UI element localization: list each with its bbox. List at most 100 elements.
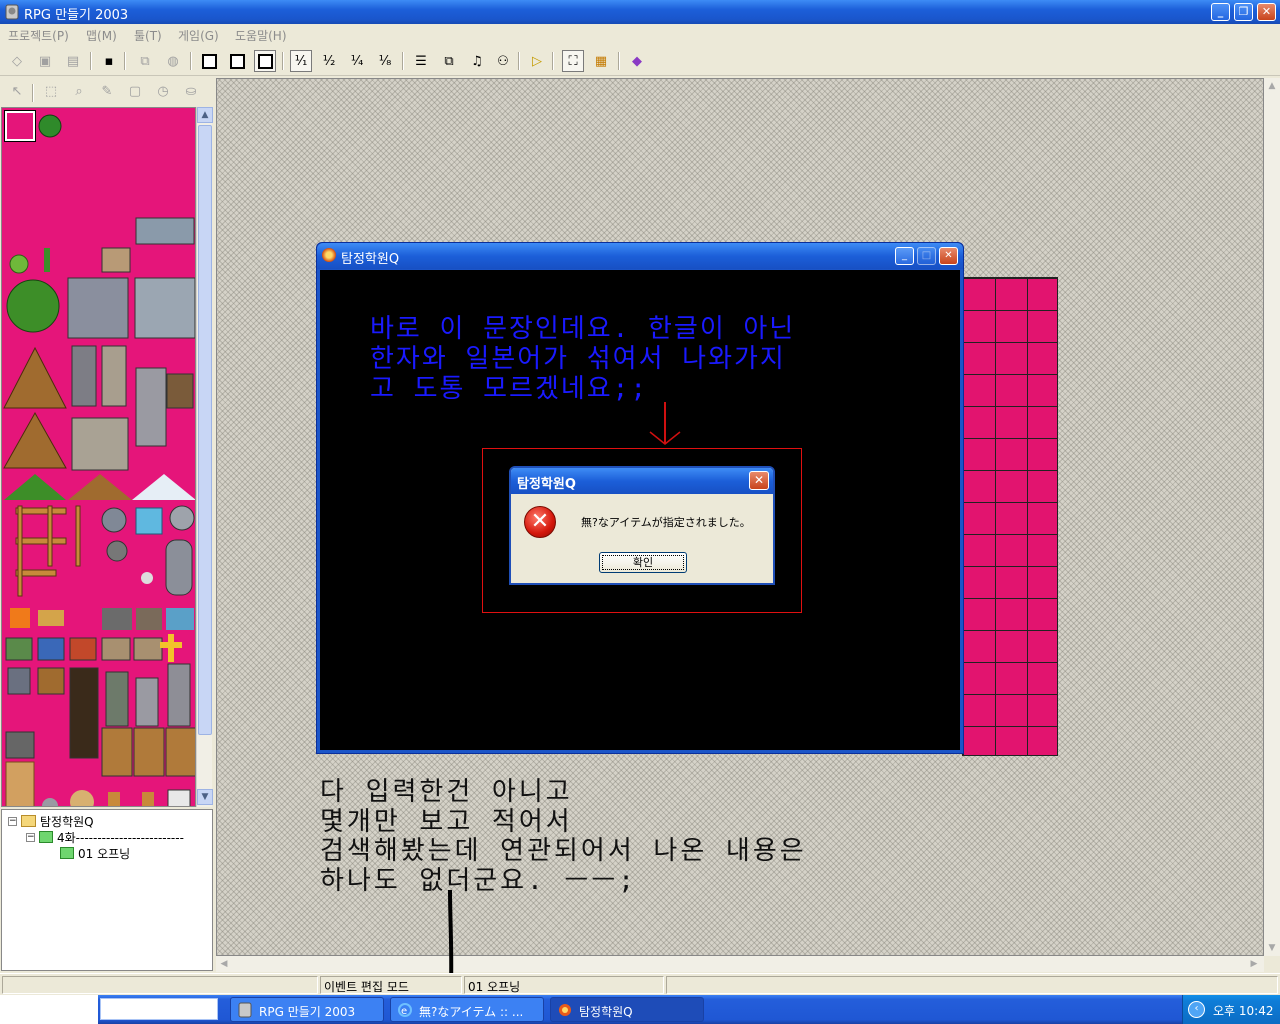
- tree-node-map[interactable]: 01 오프닝: [60, 845, 130, 861]
- tree-label: 01 오프닝: [78, 846, 131, 861]
- task-rpg-maker[interactable]: RPG 만들기 2003: [230, 997, 384, 1022]
- rectangle-tool-icon[interactable]: ▢: [124, 80, 146, 102]
- show-hidden-icons-icon[interactable]: ‹: [1188, 1001, 1205, 1018]
- minimize-button[interactable]: _: [1211, 3, 1230, 21]
- tree-node-project[interactable]: − 탐정학원Q: [8, 813, 94, 829]
- error-dialog[interactable]: 탐정학원Q ✕ ✕ 無?なアイテムが指定されました。 확인: [509, 466, 775, 585]
- toolbar-separator: [190, 52, 192, 70]
- drawing-tools: ↖ ⬚ ⌕ ✎ ▢ ◷ ⛀: [0, 78, 214, 104]
- region-select-icon[interactable]: ⬚: [40, 80, 62, 102]
- palette-scrollbar[interactable]: ▲ ▼: [196, 107, 213, 807]
- svg-text:e: e: [401, 1006, 407, 1017]
- minimize-button[interactable]: _: [895, 247, 914, 265]
- zoom-2-icon[interactable]: ¹⁄₂: [318, 50, 340, 72]
- map-tile-area: [962, 277, 1058, 756]
- app-title: RPG 만들기 2003: [24, 8, 129, 23]
- zoom-8-icon[interactable]: ¹⁄₈: [374, 50, 396, 72]
- open-project-icon[interactable]: ▣: [34, 50, 56, 72]
- zoom-1-icon[interactable]: ¹⁄₁: [290, 50, 312, 72]
- scroll-thumb[interactable]: [198, 125, 212, 735]
- close-button[interactable]: ✕: [1257, 3, 1276, 21]
- scroll-right-icon[interactable]: ▶: [1246, 956, 1262, 972]
- game-app-icon: [322, 248, 336, 262]
- play-test-icon[interactable]: ▷: [526, 50, 548, 72]
- select-tool-icon[interactable]: ↖: [6, 80, 28, 102]
- fill-tool-icon[interactable]: ⛀: [180, 80, 202, 102]
- fullscreen-icon[interactable]: ⛶: [562, 50, 584, 72]
- zoom-tool-icon[interactable]: ⌕: [68, 80, 90, 102]
- map-icon: [39, 831, 53, 843]
- layer-upper-icon[interactable]: [226, 50, 248, 72]
- redo-icon[interactable]: ◍: [162, 50, 184, 72]
- circle-tool-icon[interactable]: ◷: [152, 80, 174, 102]
- taskbar: RPG 만들기 2003 e 無?なアイテム :: ... 탐정학원Q ‹ 오후…: [0, 995, 1280, 1024]
- close-project-icon[interactable]: ▤: [62, 50, 84, 72]
- task-game[interactable]: 탐정학원Q: [550, 997, 704, 1022]
- task-browser[interactable]: e 無?なアイテム :: ...: [390, 997, 544, 1022]
- collapse-icon[interactable]: −: [26, 832, 35, 842]
- toolbar-separator: [124, 52, 126, 70]
- annotation-arrowhead-icon: [649, 431, 681, 445]
- toolbar-separator: [618, 52, 620, 70]
- menu-map[interactable]: 맵(M): [86, 27, 117, 44]
- tree-node-chapter[interactable]: − 4화-------------------------: [26, 829, 184, 845]
- clock[interactable]: 오후 10:42: [1213, 1002, 1273, 1019]
- zoom-4-icon[interactable]: ¹⁄₄: [346, 50, 368, 72]
- dialog-titlebar[interactable]: 탐정학원Q ✕: [511, 468, 773, 494]
- ok-button[interactable]: 확인: [599, 552, 687, 573]
- rpg-maker-app-icon: [238, 1002, 252, 1018]
- database-icon[interactable]: ☰: [410, 50, 432, 72]
- status-panel-empty: [666, 976, 1278, 994]
- menu-bar: 프로젝트(P) 맵(M) 툴(T) 게임(G) 도움말(H): [0, 24, 1280, 44]
- scroll-left-icon[interactable]: ◀: [216, 956, 232, 972]
- map-horizontal-scrollbar[interactable]: ◀ ▶: [216, 956, 1264, 972]
- map-vertical-scrollbar[interactable]: ▲ ▼: [1264, 78, 1280, 956]
- folder-icon: [21, 815, 36, 827]
- layer-lower-icon[interactable]: [198, 50, 220, 72]
- scroll-down-icon[interactable]: ▼: [197, 789, 213, 805]
- event-layer-icon[interactable]: [254, 50, 276, 72]
- undo-icon[interactable]: ⧉: [134, 50, 156, 72]
- error-message: 無?なアイテムが指定されました。: [581, 516, 751, 529]
- status-bar: 이벤트 편집 모드 01 오프닝: [0, 973, 1280, 995]
- collapse-icon[interactable]: −: [8, 816, 17, 826]
- quick-launch-area[interactable]: [100, 998, 218, 1020]
- new-project-icon[interactable]: ◇: [6, 50, 28, 72]
- toolbar-separator: [552, 52, 554, 70]
- tile-selection-cursor: [4, 110, 36, 142]
- game-message-text: 바로 이 문장인데요. 한글이 아닌 한자와 일본어가 섞여서 나와가지 고 도…: [370, 314, 796, 404]
- tree-label: 탐정학원Q: [40, 814, 94, 829]
- task-label: 無?なアイテム :: ...: [419, 1005, 524, 1019]
- dialog-close-button[interactable]: ✕: [749, 471, 769, 490]
- menu-tools[interactable]: 툴(T): [134, 27, 162, 44]
- material-manager-icon[interactable]: ⧉: [438, 50, 460, 72]
- music-icon[interactable]: ♫: [466, 50, 488, 72]
- scroll-up-icon[interactable]: ▲: [197, 107, 213, 123]
- restore-button[interactable]: ❐: [1234, 3, 1253, 21]
- main-toolbar: ◇ ▣ ▤ ▪ ⧉ ◍ ¹⁄₁ ¹⁄₂ ¹⁄₄ ¹⁄₈ ☰ ⧉ ♫ ⚇ ▷ ⛶ …: [0, 46, 1280, 76]
- status-panel-empty: [2, 976, 318, 994]
- status-mode: 이벤트 편집 모드: [320, 976, 462, 994]
- menu-game[interactable]: 게임(G): [178, 27, 219, 44]
- task-label: RPG 만들기 2003: [259, 1005, 356, 1019]
- toolbar-separator: [90, 52, 92, 70]
- tile-palette[interactable]: [1, 107, 196, 807]
- app-titlebar[interactable]: RPG 만들기 2003 _ ❐ ✕: [0, 0, 1280, 24]
- menu-project[interactable]: 프로젝트(P): [8, 27, 69, 44]
- tileset-graphics: [3, 114, 195, 806]
- search-icon[interactable]: ⚇: [492, 50, 514, 72]
- menu-help[interactable]: 도움말(H): [235, 27, 287, 44]
- scroll-up-icon[interactable]: ▲: [1264, 78, 1280, 94]
- save-icon[interactable]: ▪: [98, 50, 120, 72]
- game-window-title: 탐정학원Q: [341, 252, 400, 267]
- close-button[interactable]: ✕: [939, 247, 958, 265]
- scroll-down-icon[interactable]: ▼: [1264, 940, 1280, 956]
- error-icon: ✕: [524, 506, 556, 538]
- title-screen-icon[interactable]: ▦: [590, 50, 612, 72]
- pencil-tool-icon[interactable]: ✎: [96, 80, 118, 102]
- start-button[interactable]: [0, 995, 98, 1024]
- status-map-name: 01 오프닝: [464, 976, 664, 994]
- help-icon[interactable]: ◆: [626, 50, 648, 72]
- game-app-icon: [559, 1004, 571, 1016]
- game-window-titlebar[interactable]: 탐정학원Q _ □ ✕: [317, 243, 963, 269]
